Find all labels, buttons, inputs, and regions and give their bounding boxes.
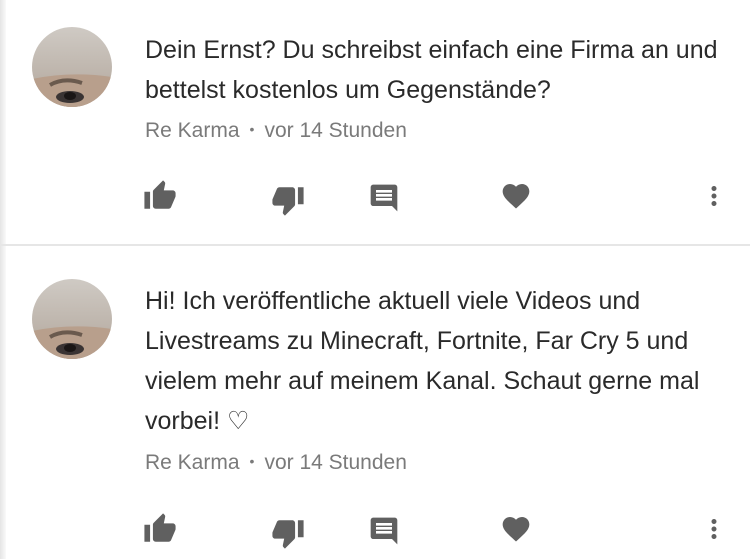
comment-meta: Re Karma • vor 14 Stunden (145, 451, 407, 475)
dislike-button[interactable] (268, 513, 308, 553)
heart-button[interactable] (496, 176, 536, 216)
avatar[interactable] (32, 27, 112, 107)
dislike-button[interactable] (268, 180, 308, 220)
heart-button[interactable] (496, 509, 536, 549)
more-options-button[interactable] (694, 509, 734, 549)
avatar[interactable] (32, 279, 112, 359)
comment-actions (0, 176, 750, 216)
comment-author[interactable]: Re Karma (145, 119, 240, 142)
more-vert-icon (711, 186, 717, 206)
like-button[interactable] (140, 509, 180, 549)
comment-item: Dein Ernst? Du schreibst einfach eine Fi… (0, 0, 750, 245)
comment-divider (0, 244, 750, 246)
comments-page: Dein Ernst? Du schreibst einfach eine Fi… (0, 0, 750, 559)
more-vert-icon (711, 519, 717, 539)
meta-separator: • (249, 121, 255, 137)
heart-icon (502, 517, 530, 542)
like-button[interactable] (140, 176, 180, 216)
comment-text: Dein Ernst? Du schreibst einfach eine Fi… (145, 36, 718, 104)
thumbs-down-icon (272, 520, 304, 549)
more-options-button[interactable] (694, 176, 734, 216)
comment-actions (0, 509, 750, 549)
comment-time: vor 14 Stunden (264, 119, 407, 142)
heart-icon (502, 184, 530, 209)
reply-button[interactable] (364, 178, 404, 218)
meta-separator: • (249, 453, 255, 469)
thumbs-up-icon (144, 513, 176, 542)
comment-item: Hi! Ich veröffentliche aktuell viele Vid… (0, 247, 750, 559)
comment-icon (370, 184, 398, 212)
comment-time: vor 14 Stunden (264, 451, 407, 474)
thumbs-down-icon (272, 187, 304, 216)
comment-meta: Re Karma • vor 14 Stunden (145, 119, 407, 143)
thumbs-up-icon (144, 180, 176, 209)
comment-icon (370, 517, 398, 545)
reply-button[interactable] (364, 511, 404, 551)
comment-text: Hi! Ich veröffentliche aktuell viele Vid… (145, 287, 700, 435)
comment-author[interactable]: Re Karma (145, 451, 240, 474)
